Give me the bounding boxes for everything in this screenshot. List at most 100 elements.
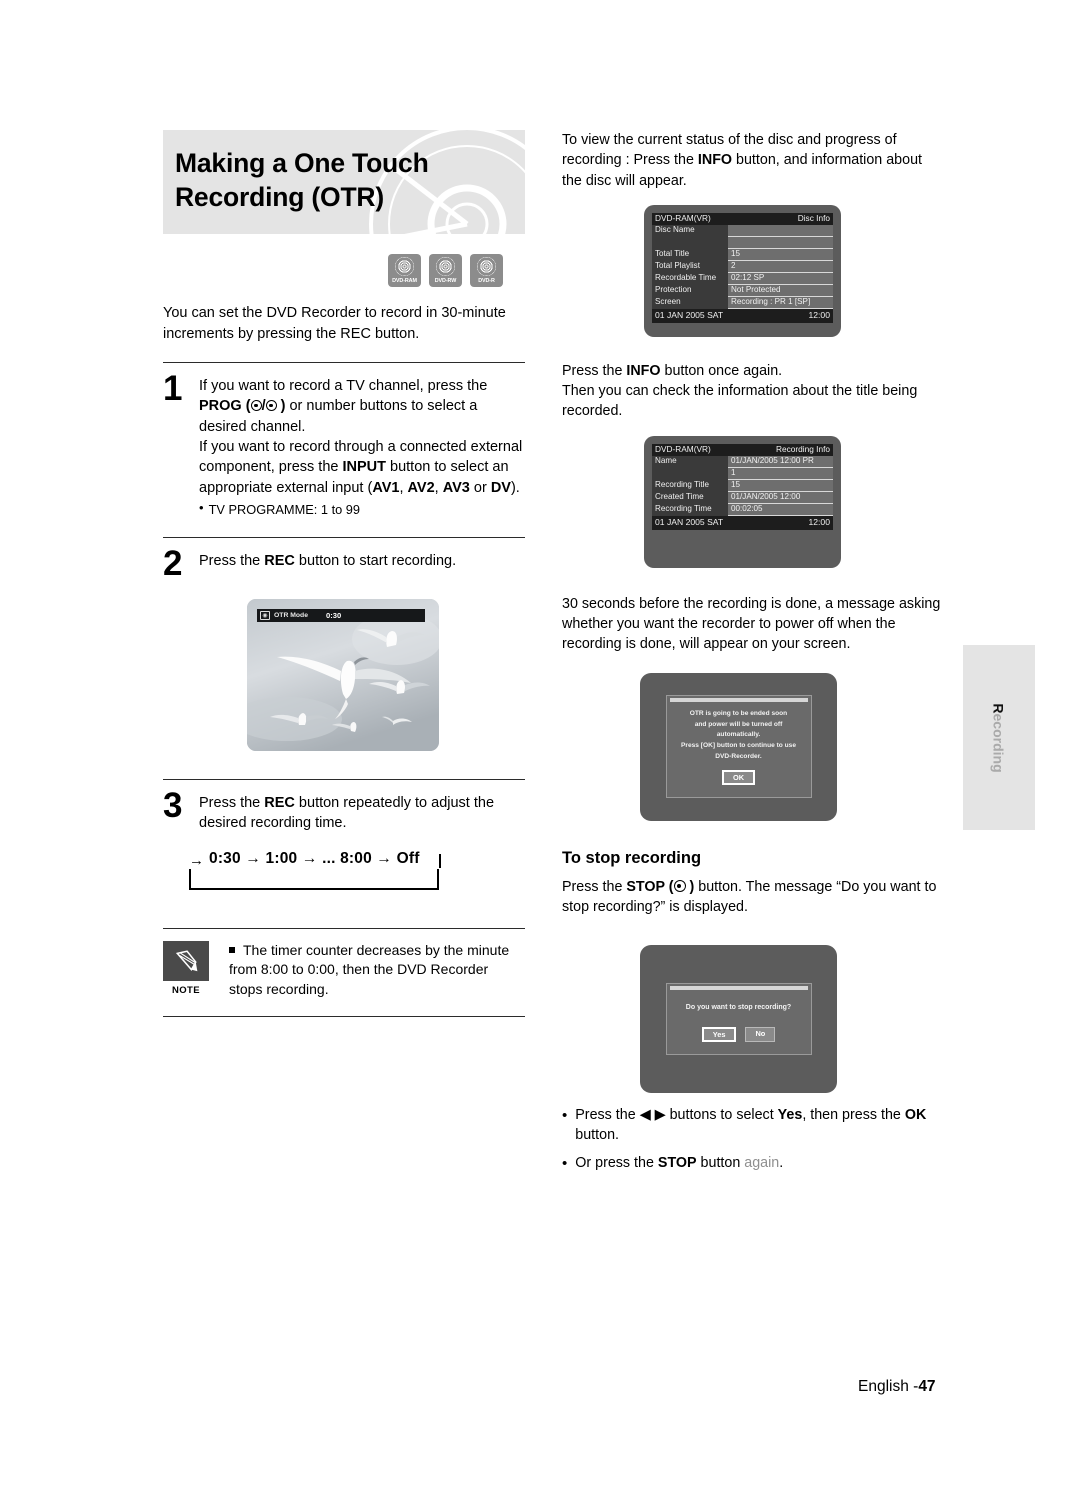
step-1-text: If you want to record a TV channel, pres… <box>199 374 525 519</box>
row-key: Name <box>652 455 729 468</box>
stop-recording-bullets: • Press the ◀ ▶ buttons to select Yes, t… <box>562 1105 942 1173</box>
badge-dvd-rw: DVD-RW <box>429 254 462 287</box>
right-column: To view the current status of the disc a… <box>562 130 942 1173</box>
rec-mode-icon: ◉ <box>260 610 270 620</box>
recording-info-table: DVD-RAM(VR) Recording Info Name 01/JAN/2… <box>652 443 833 530</box>
stop-dialog-message: Do you want to stop recording? <box>685 1004 792 1011</box>
bullet1-a: Press the ◀ ▶ buttons to select <box>575 1107 778 1124</box>
recording-info-paragraph: Press the INFO button once again. Then y… <box>562 361 942 422</box>
rec-button-label: REC <box>264 552 295 569</box>
loop-arrow-icon: → <box>189 851 204 869</box>
bullet1-bold2: OK <box>904 1107 927 1124</box>
row-value <box>728 224 833 238</box>
row-value: Not Protected <box>728 284 833 298</box>
disc-info-paragraph: To view the current status of the disc a… <box>562 130 942 191</box>
row-value: Recording : PR 1 [SP] <box>728 296 833 310</box>
stop-recording-paragraph: Press the STOP ( ) button. The message “… <box>562 878 937 915</box>
bullet1-b: , then press the <box>802 1107 905 1124</box>
page-footer: English -47 <box>858 1378 936 1396</box>
para2-c: Then you can check the information about… <box>562 383 918 420</box>
screen-title-cell: Recording Info <box>728 443 833 456</box>
no-button[interactable]: No <box>745 1027 776 1043</box>
row-value: 00:02:05 <box>728 503 833 517</box>
stop-button-label: STOP <box>626 878 665 895</box>
av1-label: AV1 <box>372 479 400 496</box>
disc-info-table: DVD-RAM(VR) Disc Info Disc Name Total Ti… <box>652 212 833 323</box>
table-row <box>652 236 833 250</box>
row-key: Recording Title <box>652 479 729 492</box>
pencil-icon <box>163 940 209 981</box>
step1-text-a: If you want to record a TV channel, pres… <box>199 378 488 395</box>
stop-recording-dialog-screen: Do you want to stop recording? Yes No <box>640 945 837 1094</box>
table-row: Recording Title 15 <box>652 479 833 493</box>
pencil-glyph <box>175 949 198 971</box>
row-key: Recordable Time <box>652 272 729 285</box>
row-value: 01/JAN/2005 12:00 PR <box>728 455 833 469</box>
table-row: Recording Time 00:02:05 <box>652 503 833 517</box>
prog-down-icon <box>265 400 277 412</box>
para2-b: button once again. <box>660 362 783 379</box>
bullet2-a: Or press the <box>575 1154 658 1171</box>
table-footer-row: 01 JAN 2005 SAT 12:00 <box>652 308 833 323</box>
step-2-number: 2 <box>163 543 183 583</box>
row-value: 15 <box>728 479 833 493</box>
ok-button[interactable]: OK <box>721 770 756 786</box>
divider <box>163 927 525 929</box>
row-value: 02:12 SP <box>728 272 833 286</box>
step2-text-a: Press the <box>199 552 265 569</box>
divider <box>163 1016 525 1018</box>
table-footer-row: 01 JAN 2005 SAT 12:00 <box>652 515 833 530</box>
intro-paragraph: You can set the DVD Recorder to record i… <box>163 305 506 342</box>
step2-text-b: button to start recording. <box>294 552 457 569</box>
badge-dvd-r: DVD-R <box>470 254 503 287</box>
otr-mode-tv-screenshot: ◉ OTR Mode 0:30 <box>247 598 439 751</box>
section-header-banner: Making a One Touch Recording (OTR) <box>163 130 525 234</box>
bullet-text: Press the ◀ ▶ buttons to select Yes, the… <box>575 1105 942 1146</box>
badge-label: DVD-RAM <box>392 277 417 284</box>
row-key: Recording Time <box>652 503 729 516</box>
table-row: Protection Not Protected <box>652 284 833 298</box>
list-item: • Press the ◀ ▶ buttons to select Yes, t… <box>562 1105 942 1146</box>
page-title-line2: Recording (OTR) <box>175 182 384 213</box>
bullet1-c: button. <box>575 1127 619 1144</box>
row-value: 1 <box>728 467 833 481</box>
side-tab-rest: ecording <box>991 713 1007 773</box>
otr-warning-paragraph: 30 seconds before the recording is done,… <box>562 595 941 653</box>
bullet-text: Or press the STOP button again. <box>575 1153 783 1173</box>
chapter-side-tab: Recording <box>963 645 1035 830</box>
table-row: DVD-RAM(VR) Recording Info <box>652 443 833 456</box>
page-title-line1: Making a One Touch <box>175 148 429 178</box>
table-row: Name 01/JAN/2005 12:00 PR <box>652 455 833 469</box>
recording-info-screen: DVD-RAM(VR) Recording Info Name 01/JAN/2… <box>644 435 841 568</box>
row-value: 15 <box>728 248 833 262</box>
av2-label: AV2 <box>407 479 435 496</box>
footer-date: 01 JAN 2005 SAT <box>652 515 729 530</box>
step3-text-a: Press the <box>199 794 265 811</box>
row-key: Protection <box>652 284 729 297</box>
prog-button-label: PROG <box>199 398 242 415</box>
footer-time: 12:00 <box>728 515 833 530</box>
divider <box>163 536 525 538</box>
bullet2-bold1: STOP <box>657 1154 697 1171</box>
bullet-dot-icon: • <box>562 1107 568 1125</box>
disc-info-screen: DVD-RAM(VR) Disc Info Disc Name Total Ti… <box>644 204 841 337</box>
otr-mode-label: OTR Mode <box>274 611 308 619</box>
otr-end-line2: and power will be turned off automatical… <box>694 720 783 739</box>
otr-osd-bar: ◉ OTR Mode 0:30 <box>257 608 425 622</box>
note-block: NOTE The timer counter decreases by the … <box>163 940 525 1001</box>
otr-end-dialog-buttons: OK <box>667 770 811 786</box>
note-text: The timer counter decreases by the minut… <box>229 941 510 998</box>
para2-a: Press the <box>562 362 627 379</box>
table-row: Disc Name <box>652 224 833 238</box>
footer-page-number: 47 <box>918 1378 936 1395</box>
step1-bullet-text: TV PROGRAMME: 1 to 99 <box>208 501 361 517</box>
table-row: 1 <box>652 467 833 481</box>
yes-button[interactable]: Yes <box>701 1027 737 1043</box>
otr-end-line1: OTR is going to be ended soon <box>689 709 788 717</box>
row-value <box>728 236 833 250</box>
side-tab-first-letter: R <box>991 702 1007 713</box>
bullet2-b: button <box>696 1154 745 1171</box>
step-3-text: Press the REC button repeatedly to adjus… <box>199 791 525 834</box>
side-tab-label: Recording <box>991 703 1007 772</box>
otr-end-dialog: OTR is going to be ended soon and power … <box>665 694 812 799</box>
